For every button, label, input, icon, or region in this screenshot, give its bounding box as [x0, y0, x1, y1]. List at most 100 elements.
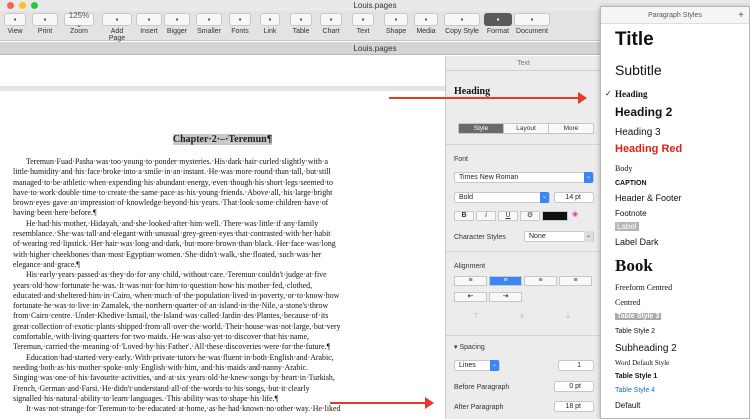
align-left-button[interactable]: ≡ [454, 276, 487, 286]
toolbar-copy-style-button[interactable]: ▪ Copy Style [444, 13, 480, 35]
font-label: Font [454, 156, 469, 163]
toolbar-link-button[interactable]: ▪ Link [260, 13, 280, 35]
paragraph-style-item[interactable]: Subheading 2 [615, 343, 677, 354]
toolbar-label: Print [37, 28, 53, 35]
underline-button[interactable]: U [498, 211, 518, 221]
paragraph-style-item[interactable]: Heading Red [615, 143, 682, 155]
paragraph-style-selector[interactable]: Heading [454, 86, 490, 97]
toolbar-label: Text [356, 28, 370, 35]
after-paragraph-field[interactable]: 18 pt [554, 401, 594, 412]
toolbar-add-page-button[interactable]: ▪ Add Page [102, 13, 132, 42]
font-weight-select[interactable]: Bold ⌄ [454, 192, 550, 203]
paragraph-style-item[interactable]: Footnote [615, 209, 647, 218]
toolbar-chart-button[interactable]: ▪ Chart [320, 13, 342, 35]
toolbar-view-button[interactable]: ▪ View [4, 13, 26, 35]
align-middle-button[interactable]: ± [500, 313, 544, 323]
font-family-select[interactable]: Times New Roman ⌄ [454, 172, 594, 183]
indent-increase-button[interactable]: ⇥ [489, 292, 522, 302]
paragraph-style-item[interactable]: Label [615, 222, 639, 231]
toolbar-smaller-button[interactable]: ▪ Smaller [196, 13, 222, 35]
paragraph-style-item[interactable]: Heading 3 [615, 127, 661, 138]
alignment-label: Alignment [454, 263, 486, 270]
text-color-well[interactable] [542, 211, 568, 221]
toolbar-insert-button[interactable]: ▪ Insert [136, 13, 162, 35]
before-paragraph-label: Before Paragraph [454, 384, 510, 391]
font-size-value: 14 pt [565, 194, 581, 201]
add-style-icon[interactable]: + [738, 7, 744, 24]
paragraph-style-item[interactable]: Heading 2 [615, 105, 672, 119]
tab-layout[interactable]: Layout [504, 124, 549, 133]
character-styles-select[interactable]: None ⌄ [524, 231, 594, 242]
paragraph-style-item[interactable]: Subtitle [615, 62, 662, 78]
toolbar-shape-button[interactable]: ▪ Shape [384, 13, 408, 35]
text-style-buttons: B i U ⚙ ◉ [454, 211, 580, 221]
before-paragraph-field[interactable]: 0 pt [554, 381, 594, 392]
line-spacing-field[interactable]: 1 [558, 360, 594, 371]
toolbar-document-button[interactable]: ▪ Document [514, 13, 550, 35]
paragraph-style-item[interactable]: Table Style 1 [615, 373, 657, 380]
paragraph-styles-popover: Paragraph Styles + Title Subtitle Heading He… [600, 6, 750, 419]
paragraph-style-item[interactable]: Freeform Centred [615, 283, 672, 292]
close-button[interactable] [7, 2, 14, 9]
paragraph-style-item[interactable]: Header & Footer [615, 193, 682, 203]
align-justify-button[interactable]: ≡ [559, 276, 592, 286]
paragraph-style-item[interactable]: Label Dark [615, 237, 659, 247]
chevron-down-icon: ⌄ [540, 192, 549, 203]
toolbar-label: Insert [140, 28, 158, 35]
toolbar-text-button[interactable]: ▪ Text [352, 13, 374, 35]
paragraph-style-item[interactable]: Body [615, 164, 632, 173]
zoom-button[interactable] [31, 2, 38, 9]
paragraph-style-item[interactable]: CAPTION [615, 180, 647, 187]
divider [446, 144, 601, 145]
body-line: resemblance.·She·was·tall·and·elegant·wi… [13, 229, 331, 239]
window-title: Louis.pages [353, 1, 397, 10]
chapter-heading[interactable]: Chapter·2·–·Teremun¶ [0, 134, 445, 145]
body-line: French,·German·and·Farsi.·He·didn't·unde… [13, 383, 310, 393]
toolbar-bigger-button[interactable]: ▪ Bigger [164, 13, 190, 35]
font-size-field[interactable]: 14 pt [554, 192, 594, 203]
paragraph-style-item[interactable]: Centred [615, 298, 640, 307]
paragraph-style-item[interactable]: Table Style 3 [615, 313, 662, 320]
document-canvas[interactable]: Chapter·2·–·Teremun¶ Teremun·Fuad·Pasha·… [0, 56, 445, 419]
paragraph-style-item[interactable]: Book [615, 256, 653, 276]
tab-style[interactable]: Style [459, 124, 504, 133]
spacing-label[interactable]: ▾ Spacing [454, 343, 485, 351]
eyedropper-icon: ▪ [444, 13, 480, 26]
toolbar-table-button[interactable]: ▪ Table [290, 13, 312, 35]
toolbar-fonts-button[interactable]: ▪ Fonts [229, 13, 251, 35]
toolbar-media-button[interactable]: ▪ Media [414, 13, 438, 35]
body-line: brown·eyes·gave·an·impression·of·knowled… [13, 198, 329, 208]
tab-more[interactable]: More [549, 124, 593, 133]
align-right-button[interactable]: ≡ [524, 276, 557, 286]
spacing-mode-select[interactable]: Lines ⌄ [454, 360, 500, 371]
color-wheel-icon[interactable]: ◉ [570, 211, 580, 221]
paragraph-style-item[interactable]: Default [615, 401, 640, 410]
toolbar-zoom-button[interactable]: 125% ⌄ Zoom [64, 11, 94, 35]
indent-decrease-button[interactable]: ⇤ [454, 292, 487, 302]
toolbar-print-button[interactable]: ▪ Print [32, 13, 58, 35]
align-center-button[interactable]: ≡ [489, 276, 522, 286]
italic-button[interactable]: i [476, 211, 496, 221]
minimize-button[interactable] [19, 2, 26, 9]
text-options-button[interactable]: ⚙ [520, 211, 540, 221]
body-line: elegance·and·grace.¶ [13, 259, 80, 269]
spacing-label-text: Spacing [459, 344, 485, 351]
body-line: Teremun·Fuad·Pasha·was·too·young·to·pond… [26, 157, 329, 166]
printer-icon: ▪ [32, 13, 58, 26]
paragraph-style-item[interactable]: Table Style 2 [615, 328, 655, 335]
paragraph-style-item[interactable]: Title [615, 29, 654, 51]
vertical-align-buttons: ⊤ ± ⊥ [454, 313, 590, 323]
divider [446, 251, 601, 252]
document-body[interactable]: Teremun·Fuad·Pasha·was·too·young·to·pond… [13, 157, 411, 414]
bold-button[interactable]: B [454, 211, 474, 221]
paragraph-style-item[interactable]: Word Default Style [615, 359, 669, 367]
indent-buttons: ⇤ ⇥ [454, 292, 522, 302]
toolbar-format-button[interactable]: ▪ Format [484, 13, 512, 35]
text-icon: ▪ [352, 13, 374, 26]
align-top-button[interactable]: ⊤ [454, 313, 498, 323]
align-bottom-button[interactable]: ⊥ [546, 313, 590, 323]
paragraph-style-item[interactable]: Heading [605, 89, 647, 99]
popover-header: Paragraph Styles + [601, 7, 749, 24]
body-line: little·humidity·and·his·face·broke·into·… [13, 167, 331, 177]
paragraph-style-item[interactable]: Table Style 4 [615, 387, 655, 394]
